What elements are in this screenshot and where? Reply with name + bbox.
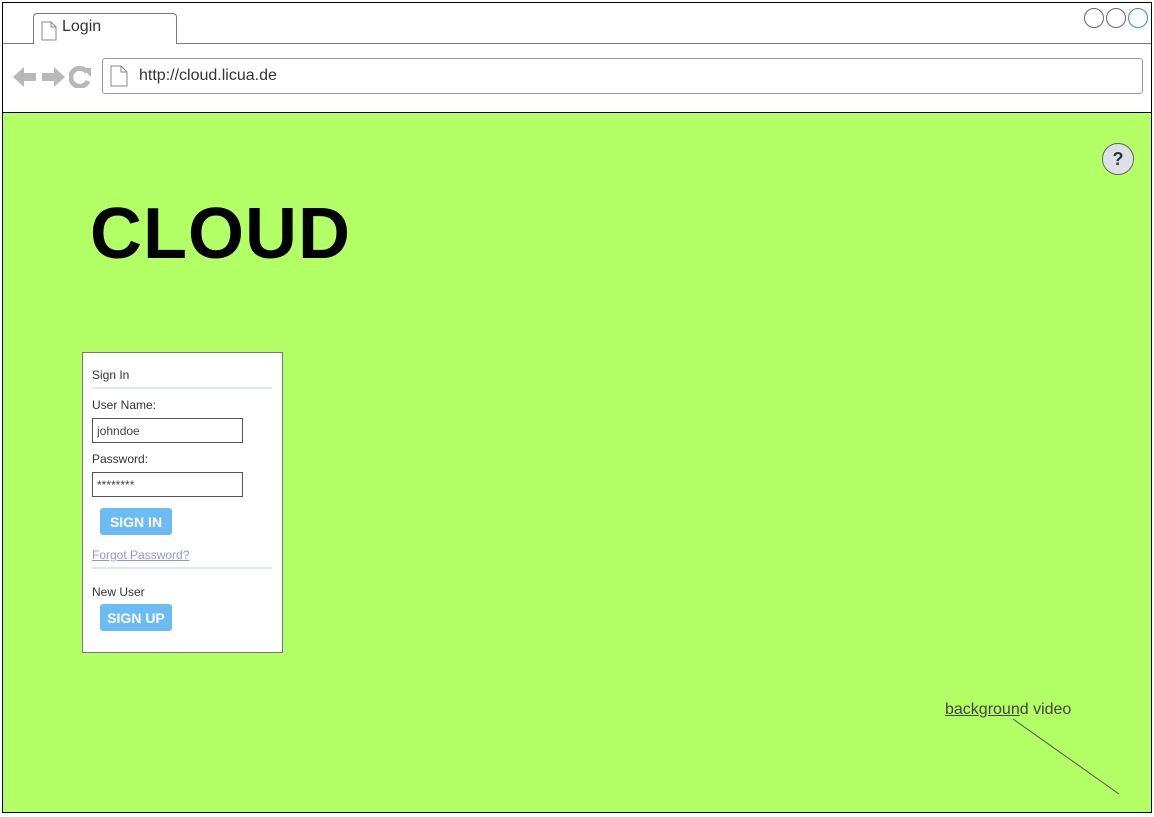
page-icon [110, 65, 128, 92]
page-content: ? CLOUD Sign In User Name: Password: SIG… [3, 113, 1151, 812]
window-controls [1084, 8, 1148, 28]
browser-window: Login ? CLOUD [2, 2, 1152, 813]
tab-login[interactable]: Login [33, 13, 177, 44]
page-icon [41, 21, 57, 46]
address-bar[interactable] [102, 58, 1143, 94]
refresh-icon[interactable] [68, 65, 91, 93]
tab-title: Login [62, 18, 102, 35]
navigation-controls [13, 65, 91, 93]
url-input[interactable] [139, 64, 1099, 88]
close-button[interactable] [1128, 8, 1148, 28]
tab-bar: Login [3, 3, 1151, 44]
maximize-button[interactable] [1106, 8, 1126, 28]
minimize-button[interactable] [1084, 8, 1104, 28]
back-arrow-icon[interactable] [13, 66, 37, 93]
navigation-bar [3, 44, 1151, 113]
annotation-leader-line [1012, 718, 1120, 795]
forward-arrow-icon[interactable] [41, 66, 65, 93]
